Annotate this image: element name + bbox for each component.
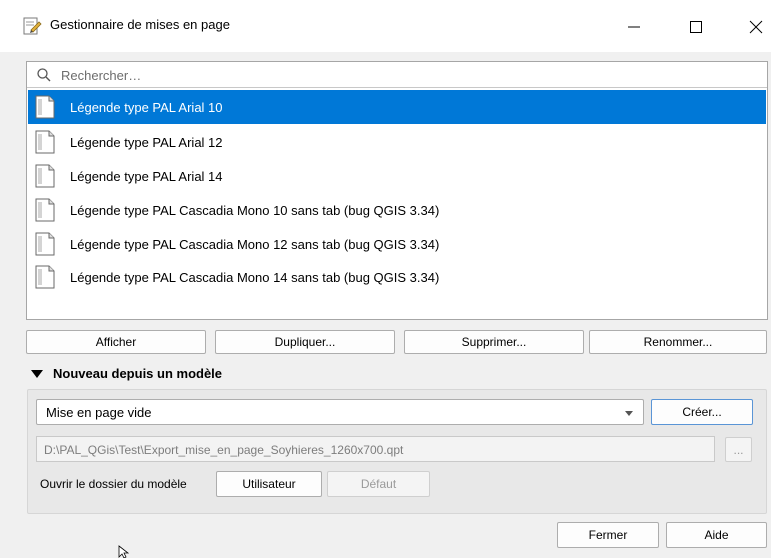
- window-title: Gestionnaire de mises en page: [50, 17, 230, 32]
- duplicate-button[interactable]: Dupliquer...: [215, 330, 395, 354]
- help-button[interactable]: Aide: [666, 522, 767, 548]
- browse-button[interactable]: ...: [725, 437, 752, 462]
- layout-item[interactable]: Légende type PAL Cascadia Mono 10 sans t…: [28, 193, 766, 227]
- title-bar: Gestionnaire de mises en page: [0, 0, 771, 52]
- show-button-label: Afficher: [95, 335, 137, 349]
- layout-item-label: Légende type PAL Cascadia Mono 10 sans t…: [70, 202, 440, 218]
- layout-manager-icon: [23, 17, 42, 35]
- layout-item[interactable]: Légende type PAL Arial 10: [28, 90, 766, 124]
- open-folder-label: Ouvrir le dossier du modèle: [40, 477, 187, 491]
- rename-button[interactable]: Renommer...: [589, 330, 767, 354]
- default-folder-button[interactable]: Défaut: [327, 471, 430, 497]
- layout-document-icon: [35, 265, 55, 289]
- layout-item-label: Légende type PAL Cascadia Mono 12 sans t…: [70, 236, 440, 252]
- layout-document-icon: [35, 164, 55, 188]
- search-icon: [37, 68, 51, 82]
- default-folder-button-label: Défaut: [360, 477, 397, 491]
- layout-item[interactable]: Légende type PAL Arial 14: [28, 159, 766, 193]
- user-folder-button-label: Utilisateur: [242, 477, 296, 491]
- layout-document-icon: [35, 232, 55, 256]
- layout-document-icon: [35, 130, 55, 154]
- layout-document-icon: [35, 95, 55, 119]
- template-select-value: Mise en page vide: [46, 405, 152, 420]
- layout-item[interactable]: Légende type PAL Cascadia Mono 12 sans t…: [28, 227, 766, 261]
- layout-item[interactable]: Légende type PAL Cascadia Mono 14 sans t…: [28, 260, 766, 294]
- search-input[interactable]: [61, 65, 751, 85]
- template-path-field: D:\PAL_QGis\Test\Export_mise_en_page_Soy…: [36, 436, 715, 462]
- close-window-button[interactable]: [736, 10, 771, 44]
- chevron-down-icon: [625, 411, 633, 416]
- create-button-label: Créer...: [682, 405, 722, 419]
- duplicate-button-label: Dupliquer...: [274, 335, 336, 349]
- template-section-toggle[interactable]: Nouveau depuis un modèle: [30, 366, 222, 381]
- layout-list[interactable]: Légende type PAL Arial 10 Légende type P…: [26, 61, 768, 320]
- create-button[interactable]: Créer...: [651, 399, 753, 425]
- collapse-triangle-icon: [31, 369, 43, 378]
- close-button-label: Fermer: [588, 528, 628, 542]
- layout-document-icon: [35, 198, 55, 222]
- template-select[interactable]: Mise en page vide: [36, 399, 644, 425]
- maximize-icon: [690, 21, 702, 33]
- layout-item[interactable]: Légende type PAL Arial 12: [28, 125, 766, 159]
- minimize-button[interactable]: [614, 10, 654, 44]
- delete-button[interactable]: Supprimer...: [404, 330, 584, 354]
- user-folder-button[interactable]: Utilisateur: [216, 471, 322, 497]
- maximize-button[interactable]: [676, 10, 716, 44]
- close-button[interactable]: Fermer: [557, 522, 659, 548]
- layout-item-label: Légende type PAL Arial 14: [70, 168, 223, 184]
- show-button[interactable]: Afficher: [26, 330, 206, 354]
- template-section-title: Nouveau depuis un modèle: [53, 366, 223, 381]
- browse-button-label: ...: [733, 442, 744, 457]
- layout-item-label: Légende type PAL Arial 12: [70, 134, 223, 150]
- rename-button-label: Renommer...: [643, 335, 713, 349]
- minimize-icon: [628, 26, 640, 28]
- mouse-cursor-icon: [118, 545, 130, 558]
- help-button-label: Aide: [704, 528, 729, 542]
- search-box[interactable]: [27, 62, 767, 88]
- delete-button-label: Supprimer...: [461, 335, 527, 349]
- template-path-value: D:\PAL_QGis\Test\Export_mise_en_page_Soy…: [44, 443, 404, 457]
- layout-item-label: Légende type PAL Arial 10: [70, 99, 223, 115]
- layout-item-label: Légende type PAL Cascadia Mono 14 sans t…: [70, 269, 440, 285]
- close-icon: [749, 20, 763, 34]
